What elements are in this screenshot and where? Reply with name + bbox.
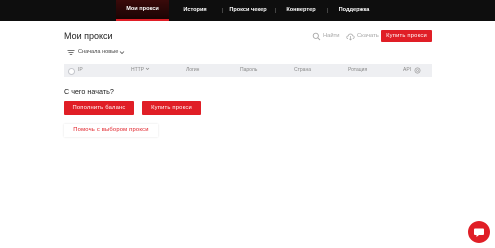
buy-proxy-button[interactable]: Купить прокси	[381, 30, 432, 42]
find-button[interactable]: Найти	[312, 32, 342, 41]
help-choose-proxy-button[interactable]: Помочь с выбором прокси	[64, 124, 158, 137]
download-label: Скачать	[357, 33, 379, 39]
column-login: Логин	[186, 67, 200, 73]
column-api: API	[403, 67, 412, 73]
find-label: Найти	[323, 33, 340, 39]
chevron-down-icon	[119, 51, 125, 55]
column-country: Страна	[294, 67, 312, 73]
chat-icon	[474, 228, 484, 237]
column-protocol-label: HTTP	[131, 67, 144, 73]
nav-item-history[interactable]: История	[176, 0, 214, 21]
chevron-down-icon	[146, 67, 150, 70]
nav-divider	[222, 8, 223, 13]
cloud-download-icon	[346, 33, 355, 41]
top-navigation: Мои прокси История Прокси чекер Конверте…	[0, 0, 495, 21]
column-protocol[interactable]: HTTP	[131, 64, 150, 77]
nav-item-proxy-checker[interactable]: Прокси чекер	[226, 0, 270, 21]
empty-state-title: С чего начать?	[64, 87, 114, 96]
proxy-table-header: IP HTTP Логин Пароль Страна Ротация API	[64, 64, 432, 77]
column-rotation: Ротация	[348, 67, 368, 73]
search-icon	[312, 32, 321, 41]
sort-label: Сначала новые	[78, 49, 119, 55]
buy-proxy-secondary-button[interactable]: Купить прокси	[142, 101, 201, 115]
topup-balance-button[interactable]: Пополнить баланс	[64, 101, 134, 115]
page-title: Мои прокси	[64, 31, 113, 41]
nav-divider	[275, 8, 276, 13]
nav-item-support[interactable]: Поддержка	[335, 0, 373, 21]
select-all-checkbox[interactable]	[68, 68, 75, 75]
chat-widget-button[interactable]	[468, 221, 490, 243]
download-button[interactable]: Скачать	[346, 32, 380, 41]
nav-item-my-proxies[interactable]: Мои прокси	[116, 0, 169, 21]
nav-divider	[327, 8, 328, 13]
column-ip[interactable]: IP	[78, 64, 83, 77]
sort-icon	[67, 50, 75, 55]
nav-item-converter[interactable]: Конвертер	[283, 0, 319, 21]
settings-icon[interactable]	[414, 67, 421, 74]
column-password: Пароль	[240, 67, 258, 73]
